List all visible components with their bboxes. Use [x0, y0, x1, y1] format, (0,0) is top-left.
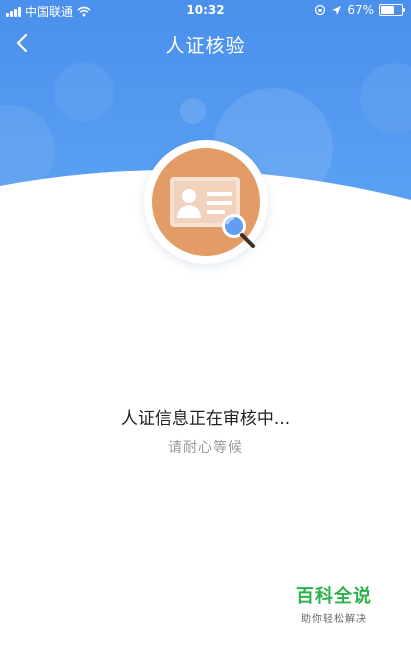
location-icon [332, 5, 342, 15]
wait-hint-text: 请耐心等候 [168, 440, 243, 456]
status-bar: 中国联通 10:32 67% [0, 0, 411, 22]
nav-bar: 人证核验 [0, 22, 411, 64]
watermark-title: 百科全说 [296, 586, 372, 607]
battery-icon [379, 4, 405, 16]
review-status-text: 人证信息正在审核中... [120, 409, 291, 429]
battery-percent: 67% [347, 3, 374, 17]
page-title: 人证核验 [165, 35, 246, 57]
watermark-logo: 百科全说 助你轻松解决 [290, 582, 378, 625]
id-card-search-icon [170, 177, 255, 248]
watermark-subtitle: 助你轻松解决 [301, 614, 367, 625]
rotation-lock-icon [315, 4, 326, 16]
badge-circle [152, 148, 260, 256]
id-verify-badge [144, 140, 268, 264]
